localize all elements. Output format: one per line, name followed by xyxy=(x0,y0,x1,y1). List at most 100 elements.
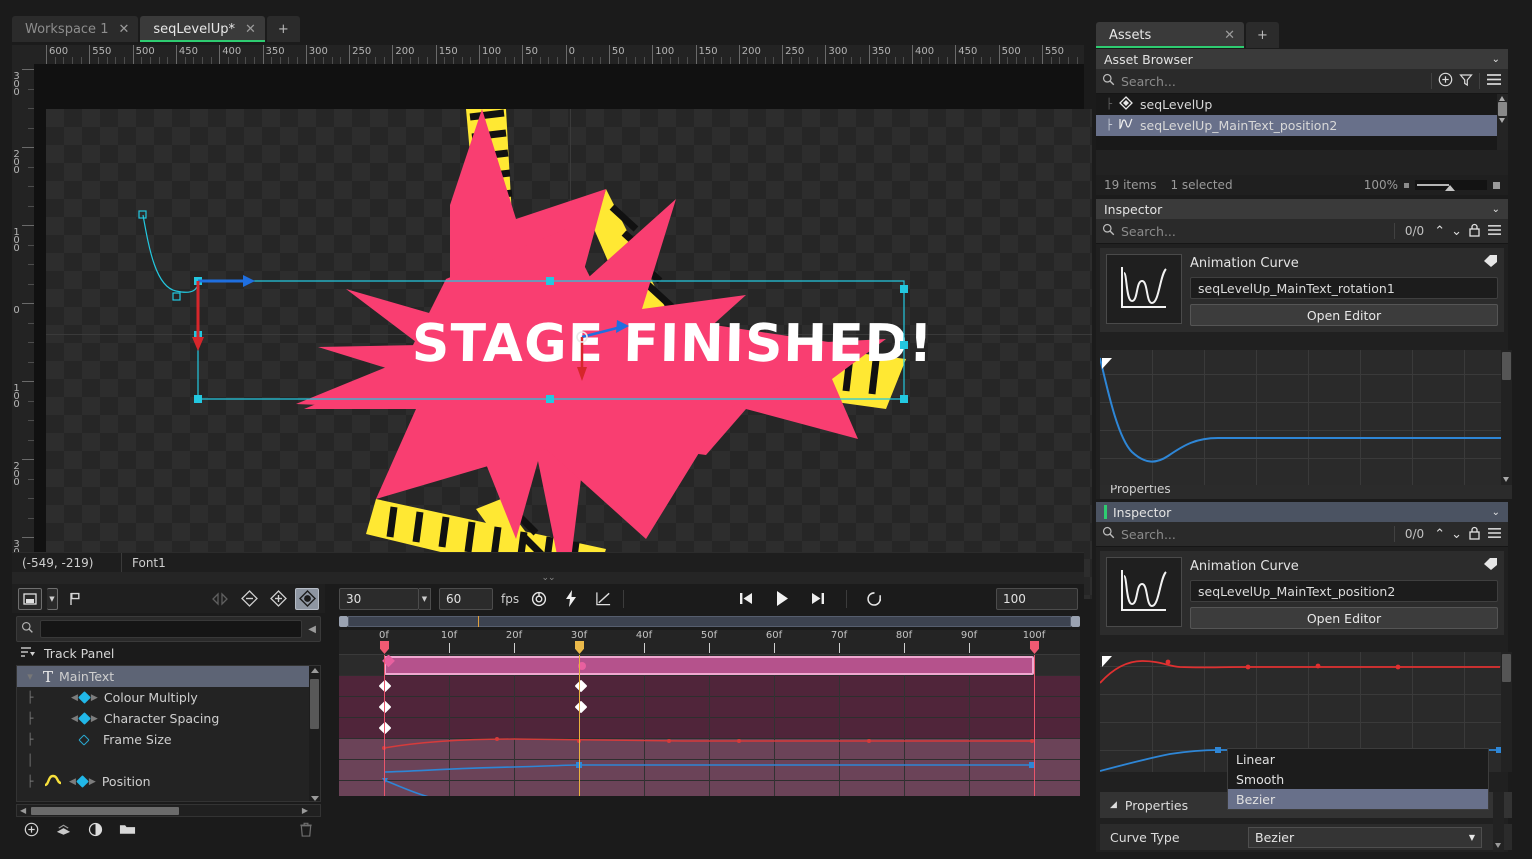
track-toolbar[interactable]: ▼ xyxy=(12,584,325,613)
transport-bar[interactable]: 30 ▼ 60 fps 100 xyxy=(333,584,1084,613)
inspector-1-search-bar[interactable]: Search... 0/0 ⌃ ⌄ xyxy=(1096,219,1508,244)
track-list-hscrollbar[interactable]: ◀ ▶ xyxy=(16,804,321,817)
inspector-1-header[interactable]: Inspector ⌄ xyxy=(1096,199,1508,219)
track-filter-icon[interactable] xyxy=(20,646,36,661)
track-row-position[interactable]: ├ ◀ ▶ Position xyxy=(17,771,320,792)
timeline-right[interactable]: 30 ▼ 60 fps 100 0f 10f 20f 30f 40f 50f 6… xyxy=(333,584,1084,814)
curve-type-select[interactable]: Bezier ▼ xyxy=(1248,826,1482,848)
workspace-tab-seqlevelup[interactable]: seqLevelUp* ✕ xyxy=(140,16,265,42)
onion-skin-button[interactable] xyxy=(527,588,551,610)
keyframe-nav-icons[interactable]: ◀ ▶ xyxy=(69,775,96,788)
asset-browser-panel[interactable]: Asset Browser ⌄ Search... ├ seqLevelUp ├… xyxy=(1096,49,1508,195)
scrollbar-thumb[interactable] xyxy=(1502,352,1511,380)
inspector-2-scrollbar[interactable] xyxy=(1493,792,1504,852)
collapse-left-icon[interactable]: ◀ xyxy=(308,624,316,635)
current-frame-stepper[interactable]: ▼ xyxy=(419,587,431,610)
duplicate-track-button[interactable] xyxy=(55,823,72,839)
scrollbar-thumb[interactable] xyxy=(310,679,319,729)
tag-icon[interactable] xyxy=(1483,254,1498,272)
track-list-scrollbar[interactable] xyxy=(309,666,320,801)
add-keyframe-button[interactable] xyxy=(266,588,290,610)
flag-marker-button[interactable] xyxy=(63,588,87,610)
layout-mode-button[interactable] xyxy=(18,587,42,610)
dropdown-option-smooth[interactable]: Smooth xyxy=(1228,769,1488,789)
filter-button[interactable] xyxy=(1459,73,1473,90)
track-list[interactable]: ▾ T MainText ├ ◀ ▶ Colour Multiply ├ ◀ ▶ C… xyxy=(16,665,321,802)
end-frame-input[interactable]: 100 xyxy=(996,587,1078,610)
scrollbar-thumb[interactable] xyxy=(1498,102,1507,116)
chevron-down-icon[interactable]: ⌄ xyxy=(1492,507,1500,518)
panel-collapse-handle[interactable]: ⌄⌄ xyxy=(12,572,1084,584)
keyframe-navigate-button[interactable] xyxy=(208,588,232,610)
timeline-start-handle[interactable] xyxy=(380,641,389,654)
range-start-handle[interactable] xyxy=(339,616,348,627)
track-panel-footer[interactable] xyxy=(16,822,321,839)
chevron-down-icon[interactable]: ⌄ xyxy=(1451,224,1462,239)
timeline-tracks[interactable] xyxy=(339,654,1080,796)
lock-icon[interactable] xyxy=(1468,223,1481,240)
tag-icon[interactable] xyxy=(1483,557,1498,575)
go-to-end-button[interactable] xyxy=(806,588,830,610)
assets-tab[interactable]: Assets ✕ xyxy=(1096,22,1244,48)
timeline-playhead[interactable] xyxy=(579,655,580,796)
zoom-slider[interactable] xyxy=(1415,180,1487,191)
dropdown-option-bezier[interactable]: Bezier xyxy=(1228,789,1488,809)
delete-track-button[interactable] xyxy=(299,822,313,840)
scroll-right-arrow-icon[interactable]: ▶ xyxy=(302,806,308,815)
track-row-character-spacing[interactable]: ├ ◀ ▶ Character Spacing xyxy=(17,708,320,729)
timeline-panel[interactable]: ▼ ◀ Track Panel ▾ T MainText ├ ◀ ▶ Colou… xyxy=(12,584,1084,839)
go-to-start-button[interactable] xyxy=(734,588,758,610)
remove-keyframe-button[interactable] xyxy=(237,588,261,610)
loop-button[interactable] xyxy=(863,588,887,610)
timeline-end-marker[interactable] xyxy=(1034,655,1035,796)
curve-graph-1[interactable] xyxy=(1100,350,1512,485)
curve-editor-button[interactable] xyxy=(591,588,615,610)
canvas-panel[interactable]: STAGE FINISHED! xyxy=(12,45,1096,599)
asset-name-field-2[interactable]: seqLevelUp_MainText_position2 xyxy=(1190,580,1498,602)
track-panel-container[interactable]: ▼ ◀ Track Panel ▾ T MainText ├ ◀ ▶ Colou… xyxy=(12,584,325,839)
close-icon[interactable]: ✕ xyxy=(118,23,129,36)
keyframe-empty-icon[interactable] xyxy=(71,733,90,746)
right-dock[interactable]: Assets ✕ + Asset Browser ⌄ Search... ├ s… xyxy=(1092,14,1512,852)
inspector-panel-1[interactable]: Inspector ⌄ Search... 0/0 ⌃ ⌄ Animation … xyxy=(1096,199,1512,499)
lightning-button[interactable] xyxy=(559,588,583,610)
animation-curve-card-1[interactable]: Animation Curve seqLevelUp_MainText_rota… xyxy=(1100,248,1504,332)
current-frame-input[interactable]: 30 xyxy=(339,587,419,610)
dropdown-option-linear[interactable]: Linear xyxy=(1228,749,1488,769)
toggle-visibility-button[interactable] xyxy=(88,822,103,840)
play-button[interactable] xyxy=(766,588,798,610)
inspector-1-properties-peek[interactable]: Properties xyxy=(1100,485,1512,499)
open-editor-button-2[interactable]: Open Editor xyxy=(1190,607,1498,629)
selection-overlay[interactable] xyxy=(46,109,1096,599)
folder-button[interactable] xyxy=(119,823,136,839)
auto-key-button[interactable] xyxy=(295,587,319,610)
timeline-range-scroller[interactable] xyxy=(339,615,1080,628)
menu-icon[interactable] xyxy=(1487,527,1502,542)
new-asset-tab-button[interactable]: + xyxy=(1246,22,1279,48)
hscrollbar-thumb[interactable] xyxy=(31,807,179,815)
add-track-button[interactable] xyxy=(24,822,39,840)
range-end-handle[interactable] xyxy=(1071,616,1080,627)
track-search-row[interactable]: ◀ xyxy=(16,616,321,642)
timeline-playhead-handle[interactable] xyxy=(575,641,584,654)
chevron-down-icon[interactable]: ⌄ xyxy=(1492,204,1500,215)
track-search-input[interactable] xyxy=(40,620,303,638)
asset-browser-header[interactable]: Asset Browser ⌄ xyxy=(1096,49,1508,69)
asset-row-seqlevelup[interactable]: ├ seqLevelUp xyxy=(1096,94,1508,115)
stage-viewport[interactable]: STAGE FINISHED! xyxy=(46,109,1096,599)
asset-row-position2[interactable]: ├ seqLevelUp_MainText_position2 xyxy=(1096,115,1508,136)
asset-menu-button[interactable] xyxy=(1486,73,1502,89)
chevron-down-icon[interactable]: ⌄ xyxy=(1451,527,1462,542)
curve-type-dropdown-menu[interactable]: Linear Smooth Bezier xyxy=(1227,748,1489,810)
chevron-up-icon[interactable]: ⌃ xyxy=(1434,224,1445,239)
expander-icon[interactable]: ◢ xyxy=(1110,800,1117,810)
scrollbar-thumb[interactable] xyxy=(1502,654,1511,682)
curve-type-row[interactable]: Curve Type Bezier ▼ xyxy=(1100,824,1512,850)
curve-graph-scrollbar-1[interactable] xyxy=(1501,350,1512,485)
lock-icon[interactable] xyxy=(1468,526,1481,543)
timeline-start-marker[interactable] xyxy=(384,655,385,796)
asset-search-input[interactable]: Search... xyxy=(1121,74,1425,89)
menu-icon[interactable] xyxy=(1487,224,1502,239)
expander-icon[interactable]: ▾ xyxy=(23,670,37,683)
close-icon[interactable]: ✕ xyxy=(1224,29,1235,42)
